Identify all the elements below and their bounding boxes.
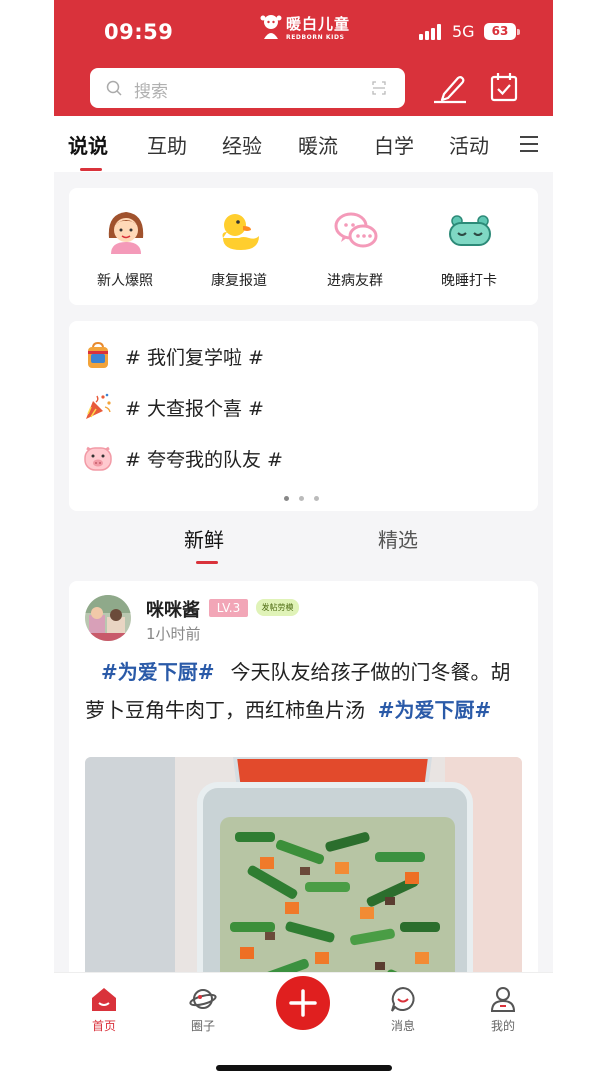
planet-icon [189, 989, 217, 1009]
status-badge: 发帖劳模 [256, 599, 299, 616]
avatar[interactable] [85, 595, 131, 641]
nav-label: 首页 [91, 1019, 116, 1033]
menu-icon[interactable] [520, 136, 538, 152]
home-indicator [216, 1065, 392, 1071]
duck-icon [222, 214, 259, 250]
cellular-signal-icon [419, 24, 445, 40]
post-hashtag-end[interactable]: #为爱下厨# [378, 698, 492, 722]
tab-nuanliu[interactable]: 暖流 [298, 130, 338, 159]
app-screen: 09:59 暖白儿童 REDBORN KIDS 5G 63 搜索 说说 互助 经… [54, 0, 553, 1080]
post-photo[interactable] [85, 757, 522, 1001]
search-input[interactable]: 搜索 [90, 68, 405, 108]
post-text: #为爱下厨# 今天队友给孩子做的门冬餐。胡萝卜豆角牛肉丁，西红柿鱼片汤 #为爱下厨… [85, 653, 525, 729]
tab-huodong[interactable]: 活动 [449, 130, 489, 159]
add-post-button[interactable] [276, 976, 330, 1030]
pig-icon [84, 446, 112, 471]
network-type: 5G [452, 22, 475, 41]
home-icon [92, 988, 116, 1011]
category-tabs: 说说 互助 经验 暖流 白学 活动 [54, 116, 553, 172]
battery-cap [517, 29, 520, 35]
quick-entry-card: 新人爆照 康复报道 进病友群 晚睡打卡 [69, 188, 538, 305]
nav-home[interactable]: 首页 [74, 983, 134, 1039]
scan-icon[interactable] [372, 81, 386, 95]
avatar-image [85, 595, 131, 641]
school-bag-icon [88, 341, 108, 368]
profile-icon [490, 987, 516, 1012]
nav-profile[interactable]: 我的 [473, 983, 533, 1039]
nav-label: 消息 [390, 1019, 415, 1033]
party-popper-icon [86, 393, 111, 419]
topic-text: # 大查报个喜 # [125, 398, 264, 420]
brand-logo: 暖白儿童 REDBORN KIDS [260, 12, 352, 48]
brand-name: 暖白儿童 [286, 15, 351, 33]
sleep-mask-icon [449, 215, 491, 246]
topic-carousel: # 我们复学啦 # # 大查报个喜 # # 夸夸我的队友 # [69, 321, 538, 511]
post-username[interactable]: 咪咪酱 [146, 596, 200, 622]
active-subtab-indicator [196, 561, 218, 564]
post-hashtag[interactable]: #为爱下厨# [101, 660, 215, 684]
quick-entry-sleep[interactable]: 晚睡打卡 [419, 208, 519, 294]
topic-text: # 夸夸我的队友 # [125, 449, 283, 471]
brand-mascot-icon [260, 15, 282, 39]
subtab-featured[interactable]: 精选 [378, 524, 418, 553]
search-icon [106, 80, 122, 96]
tab-jingyan[interactable]: 经验 [222, 130, 262, 159]
level-badge: LV.3 [209, 599, 248, 617]
tab-shuoshuo[interactable]: 说说 [68, 130, 108, 159]
quick-entry-label: 进病友群 [327, 273, 383, 289]
topic-item[interactable]: # 大查报个喜 # [83, 389, 383, 423]
carousel-indicator [284, 496, 324, 502]
subtab-fresh[interactable]: 新鲜 [184, 524, 224, 553]
search-placeholder: 搜索 [134, 82, 168, 102]
food-photo [85, 757, 522, 1001]
topic-item[interactable]: # 我们复学啦 # [83, 338, 383, 372]
chat-group-icon [334, 212, 378, 248]
girl-avatar-icon [108, 212, 144, 254]
nav-label: 我的 [490, 1019, 515, 1033]
topic-item[interactable]: # 夸夸我的队友 # [83, 440, 383, 474]
quick-entry-group[interactable]: 进病友群 [305, 208, 405, 294]
nav-messages[interactable]: 消息 [373, 983, 433, 1039]
nav-label: 圈子 [190, 1019, 215, 1033]
tab-huzhu[interactable]: 互助 [147, 130, 187, 159]
brand-subtitle: REDBORN KIDS [286, 34, 345, 41]
quick-entry-newcomer[interactable]: 新人爆照 [75, 208, 175, 294]
quick-entry-label: 晚睡打卡 [441, 273, 497, 289]
post-time: 1小时前 [146, 625, 201, 643]
edit-icon[interactable] [432, 72, 468, 104]
message-icon [391, 986, 415, 1012]
topic-text: # 我们复学啦 # [125, 347, 264, 369]
calendar-check-icon[interactable] [490, 72, 518, 102]
app-header: 09:59 暖白儿童 REDBORN KIDS 5G 63 搜索 [54, 0, 553, 116]
post-card[interactable]: 咪咪酱 LV.3 发帖劳模 1小时前 #为爱下厨# 今天队友给孩子做的门冬餐。胡萝… [69, 581, 538, 1001]
nav-circle[interactable]: 圈子 [173, 983, 233, 1039]
tab-baixue[interactable]: 白学 [374, 130, 414, 159]
plus-icon [289, 989, 317, 1017]
quick-entry-recovery[interactable]: 康复报道 [189, 208, 289, 294]
quick-entry-label: 新人爆照 [97, 273, 153, 289]
active-tab-indicator [80, 168, 102, 171]
bottom-navigation: 首页 圈子 消息 我的 [54, 972, 553, 1080]
battery-icon: 63 [484, 23, 516, 40]
status-time: 09:59 [104, 20, 174, 44]
quick-entry-label: 康复报道 [211, 273, 267, 289]
